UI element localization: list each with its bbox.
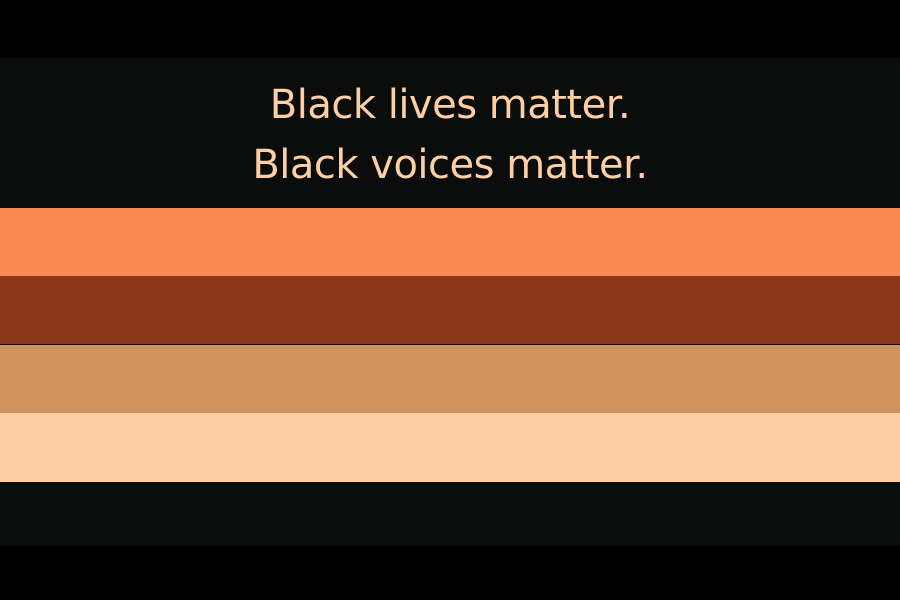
stripe-peach [0, 413, 900, 482]
headline: Black lives matter. Black voices matter. [0, 58, 900, 208]
stripe-tan [0, 345, 900, 413]
page: Black lives matter. Black voices matter. [0, 0, 900, 600]
stripe-light-orange [0, 208, 900, 276]
stripe-rust-brown [0, 276, 900, 344]
headline-line-1: Black lives matter. [269, 82, 631, 128]
banner: Black lives matter. Black voices matter. [0, 58, 900, 546]
headline-line-2: Black voices matter. [252, 142, 648, 188]
